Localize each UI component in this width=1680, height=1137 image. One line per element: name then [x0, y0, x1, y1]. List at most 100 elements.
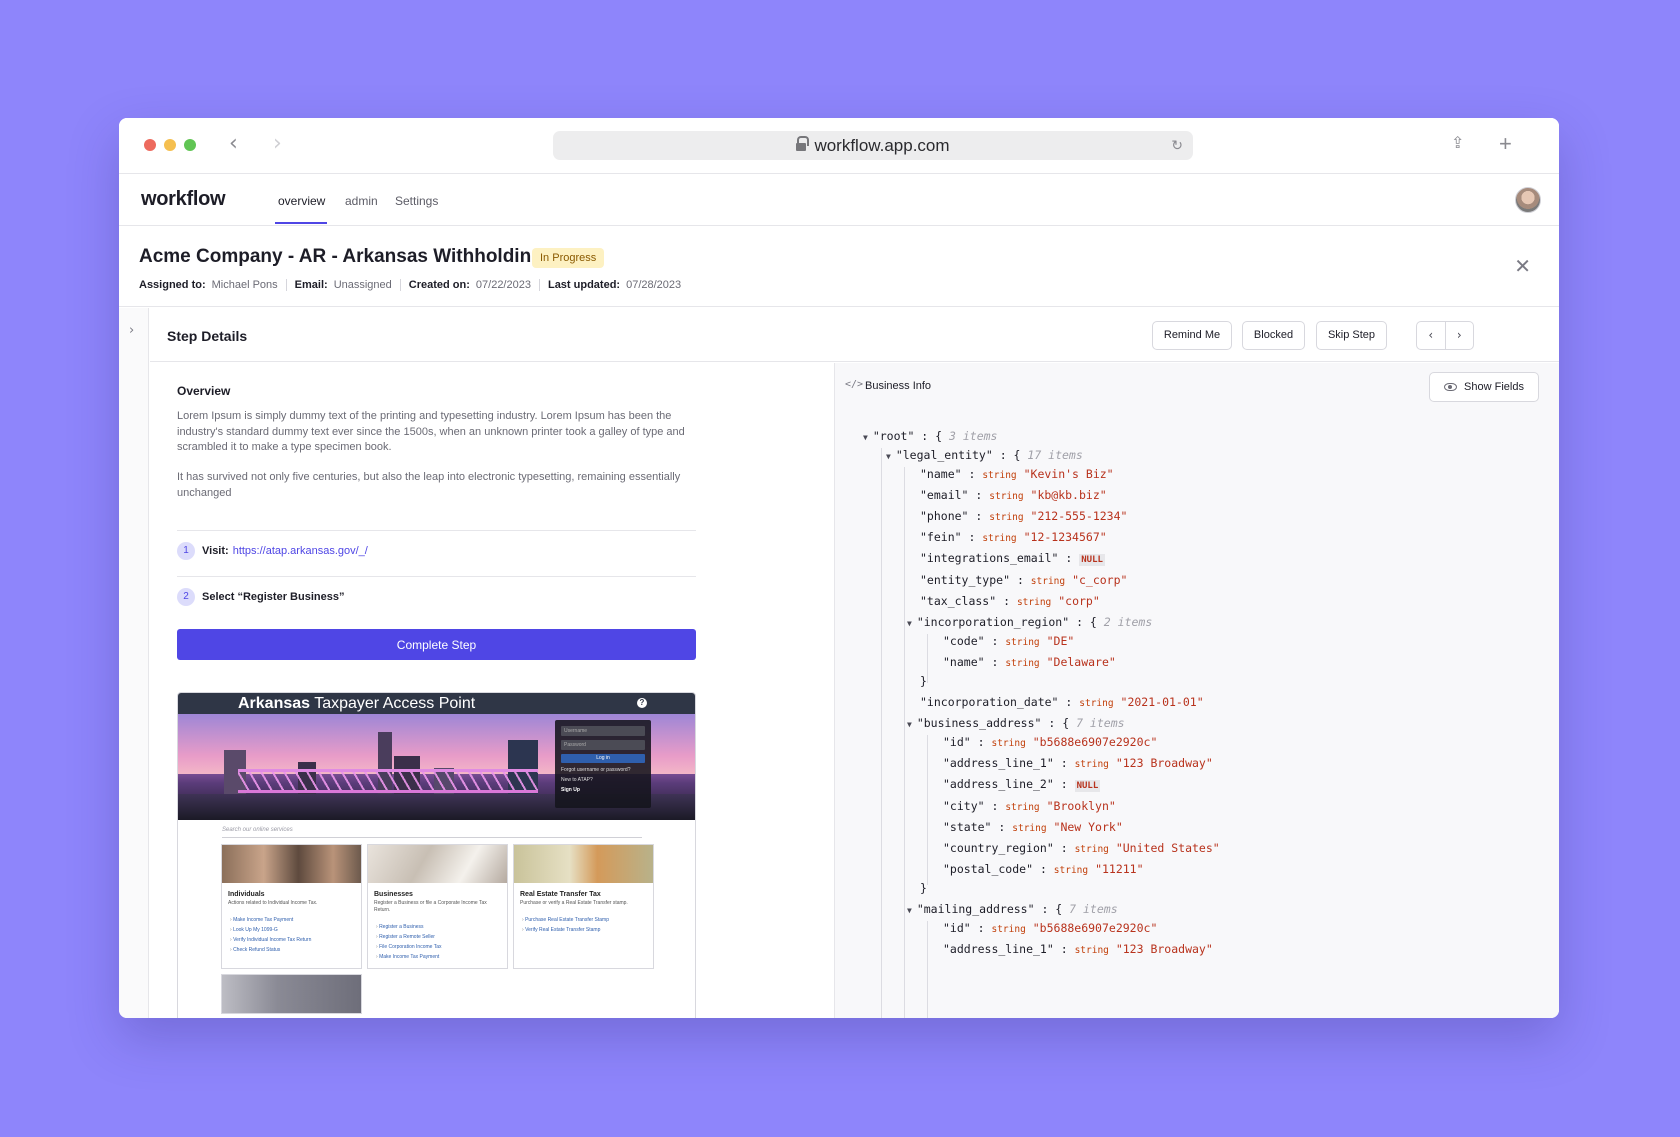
username-field: Username [561, 726, 645, 736]
expand-sidebar-icon[interactable]: › [129, 323, 134, 338]
business-info-pane: </> Business Info Show Fields ▼ "root" : … [834, 363, 1559, 1018]
forward-icon[interactable]: › [273, 133, 282, 155]
remind-me-button[interactable]: Remind Me [1152, 321, 1232, 350]
new-text: New to ATAP? [561, 777, 593, 783]
bridge [238, 769, 538, 793]
json-key: "legal_entity" [895, 448, 993, 462]
collapse-triangle-icon[interactable]: ▼ [907, 906, 912, 915]
minimize-window-button[interactable] [164, 139, 176, 151]
json-value: "corp" [1058, 594, 1100, 608]
json-key: "entity_type" [920, 573, 1011, 587]
share-icon[interactable]: ⇪ [1451, 132, 1464, 156]
json-punct: : [961, 530, 983, 544]
json-key: "incorporation_date" [920, 695, 1059, 709]
window-controls [144, 139, 196, 151]
updated-value: 07/28/2023 [626, 279, 682, 291]
json-line: "incorporation_date" : string "2021-01-0… [920, 695, 1204, 709]
login-button: Log in [561, 754, 645, 763]
json-punct: : [1033, 862, 1054, 876]
active-tab-indicator [275, 222, 327, 224]
json-key: "name" [943, 655, 985, 669]
real-estate-card: Real Estate Transfer Tax Purchase or ver… [513, 844, 654, 969]
json-key: "email" [920, 488, 969, 502]
json-type: string [1079, 698, 1114, 709]
indent-guide [927, 921, 928, 1018]
json-punct: : [996, 594, 1017, 608]
collapse-triangle-icon[interactable]: ▼ [907, 720, 912, 729]
json-type: string [1053, 865, 1089, 876]
assigned-label: Assigned to: [139, 279, 206, 291]
json-punct: : { [992, 448, 1028, 462]
card-link: File Corporation Income Tax [376, 942, 507, 952]
tab-overview[interactable]: overview [278, 194, 325, 208]
json-key: "name" [920, 467, 962, 481]
url-text: workflow.app.com [814, 135, 950, 155]
json-item-count: 2 items [1103, 615, 1153, 629]
blocked-button[interactable]: Blocked [1242, 321, 1305, 350]
close-icon[interactable]: ✕ [1514, 256, 1531, 276]
atap-link[interactable]: https://atap.arkansas.gov/_/ [233, 545, 368, 557]
json-line[interactable]: ▼ "incorporation_region" : { 2 items [907, 615, 1152, 629]
json-punct: : [991, 820, 1013, 834]
json-value: "Brooklyn" [1046, 799, 1116, 813]
divider [177, 576, 696, 577]
json-null-value: NULL [1074, 780, 1101, 792]
json-line: "integrations_email" : NULL [920, 551, 1105, 566]
avatar[interactable] [1515, 187, 1541, 213]
previous-step-icon[interactable]: ‹ [1417, 322, 1446, 349]
json-type: string [991, 738, 1026, 749]
json-space [1026, 921, 1033, 935]
json-space [1024, 509, 1031, 523]
password-field: Password [561, 740, 645, 750]
collapse-triangle-icon[interactable]: ▼ [907, 619, 912, 628]
next-step-icon[interactable]: › [1446, 322, 1474, 349]
maximize-window-button[interactable] [184, 139, 196, 151]
card-links: Make Income Tax Payment Look Up My 1099-… [230, 915, 361, 955]
new-tab-icon[interactable]: + [1499, 132, 1512, 156]
json-line[interactable]: ▼ "business_address" : { 7 items [907, 716, 1125, 730]
complete-step-button[interactable]: Complete Step [177, 629, 696, 660]
card-link: Make Income Tax Payment [230, 915, 361, 925]
json-key: "code" [943, 634, 985, 648]
back-icon[interactable]: ‹ [229, 133, 238, 155]
json-type: string [1016, 597, 1052, 608]
tab-settings[interactable]: Settings [395, 194, 438, 208]
step-number: 2 [177, 588, 195, 606]
json-line[interactable]: ▼ "mailing_address" : { 7 items [907, 902, 1118, 916]
json-value: "United States" [1115, 841, 1220, 855]
json-line[interactable]: ▼ "root" : { 3 items [863, 429, 997, 443]
json-punct: : [1010, 573, 1031, 587]
divider [285, 279, 287, 291]
json-type: string [1005, 802, 1040, 813]
json-key: "tax_class" [920, 594, 997, 608]
card-link: Register a Business [376, 922, 507, 932]
json-line[interactable]: ▼ "legal_entity" : { 17 items [886, 448, 1083, 462]
json-punct: : [970, 735, 992, 749]
json-key: "id" [943, 735, 971, 749]
json-type: string [1005, 637, 1040, 648]
json-space [1109, 841, 1116, 855]
json-null-value: NULL [1079, 554, 1105, 566]
status-badge: In Progress [532, 248, 605, 268]
collapse-triangle-icon[interactable]: ▼ [863, 433, 868, 442]
skip-step-button[interactable]: Skip Step [1316, 321, 1387, 350]
assigned-value: Michael Pons [211, 279, 278, 291]
app-logo[interactable]: workflow [141, 188, 226, 211]
collapse-triangle-icon[interactable]: ▼ [886, 452, 891, 461]
json-punct: : [1058, 695, 1080, 709]
card-link: Verify Individual Income Tax Return [230, 935, 361, 945]
json-punct: : [1058, 551, 1080, 565]
card-links: Register a Business Register a Remote Se… [376, 922, 507, 962]
close-window-button[interactable] [144, 139, 156, 151]
address-bar[interactable]: workflow.app.com ↻ [553, 131, 1193, 160]
reload-icon[interactable]: ↻ [1171, 137, 1183, 154]
json-punct: : [968, 509, 990, 523]
json-value: "New York" [1053, 820, 1123, 834]
json-item-count: 17 items [1027, 448, 1083, 462]
json-space [1040, 655, 1047, 669]
json-line: "name" : string "Kevin's Biz" [920, 467, 1114, 481]
card-title: Real Estate Transfer Tax [520, 891, 601, 898]
divider [538, 279, 540, 291]
tab-admin[interactable]: admin [345, 194, 378, 208]
divider [222, 837, 642, 838]
